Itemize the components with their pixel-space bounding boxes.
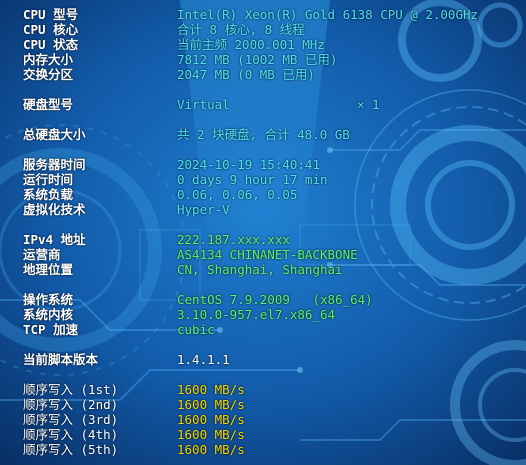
memory-value: 7812 MB (1002 MB 已用): [177, 52, 338, 67]
seq-write-value: 1600 MB/s: [177, 412, 245, 427]
location-label: 地理位置: [23, 262, 74, 277]
kernel-label: 系统内核: [23, 307, 74, 322]
isp-value: AS4134 CHINANET-BACKBONE: [177, 247, 358, 262]
uptime-label: 运行时间: [23, 172, 74, 187]
row-disk-model: 硬盘型号 Virtual × 1: [0, 97, 526, 112]
os-label: 操作系统: [23, 292, 74, 307]
row-seq-write: 顺序写入 (5th) 1600 MB/s: [0, 442, 526, 457]
seq-write-label: 顺序写入 (3rd): [23, 412, 119, 427]
ipv4-label: IPv4 地址: [23, 232, 86, 247]
script-version-label: 当前脚本版本: [23, 352, 99, 367]
server-time-label: 服务器时间: [23, 157, 86, 172]
row-swap: 交换分区 2047 MB (0 MB 已用): [0, 67, 526, 82]
seq-write-value: 1600 MB/s: [177, 442, 245, 457]
seq-write-value: 1600 MB/s: [177, 397, 245, 412]
ipv4-value: 222.187.xxx.xxx: [177, 232, 290, 247]
cpu-status-value: 当前主频 2000.001 MHz: [177, 37, 325, 52]
kernel-value: 3.10.0-957.el7.x86_64: [177, 307, 336, 322]
cpu-model-label: CPU 型号: [23, 7, 79, 22]
tcp-value: cubic: [177, 322, 215, 337]
script-version-value: 1.4.1.1: [177, 352, 230, 367]
cpu-model-value: Intel(R) Xeon(R) Gold 6138 CPU @ 2.00GHz: [177, 7, 479, 22]
row-seq-write: 顺序写入 (2nd) 1600 MB/s: [0, 397, 526, 412]
disk-model-label: 硬盘型号: [23, 97, 74, 112]
row-isp: 运营商 AS4134 CHINANET-BACKBONE: [0, 247, 526, 262]
sysinfo-panel: CPU 型号 Intel(R) Xeon(R) Gold 6138 CPU @ …: [0, 0, 526, 465]
row-uptime: 运行时间 0 days 9 hour 17 min: [0, 172, 526, 187]
row-cpu-cores: CPU 核心 合计 8 核心, 8 线程: [0, 22, 526, 37]
disk-total-value: 共 2 块硬盘, 合计 48.0 GB: [177, 127, 350, 142]
row-virt: 虚拟化技术 Hyper-V: [0, 202, 526, 217]
row-memory: 内存大小 7812 MB (1002 MB 已用): [0, 52, 526, 67]
row-os: 操作系统 CentOS 7.9.2009 (x86_64): [0, 292, 526, 307]
seq-write-value: 1600 MB/s: [177, 427, 245, 442]
row-seq-write: 顺序写入 (3rd) 1600 MB/s: [0, 412, 526, 427]
disk-count: × 1: [357, 97, 380, 112]
load-label: 系统负载: [23, 187, 74, 202]
row-cpu-model: CPU 型号 Intel(R) Xeon(R) Gold 6138 CPU @ …: [0, 7, 526, 22]
row-ipv4: IPv4 地址 222.187.xxx.xxx: [0, 232, 526, 247]
seq-write-label: 顺序写入 (1st): [23, 382, 119, 397]
virt-value: Hyper-V: [177, 202, 230, 217]
memory-label: 内存大小: [23, 52, 74, 67]
seq-write-label: 顺序写入 (4th): [23, 427, 119, 442]
swap-value: 2047 MB (0 MB 已用): [177, 67, 315, 82]
isp-label: 运营商: [23, 247, 61, 262]
row-load: 系统负载 0.06, 0.06, 0.05: [0, 187, 526, 202]
disk-total-label: 总硬盘大小: [23, 127, 86, 142]
swap-label: 交换分区: [23, 67, 74, 82]
os-value: CentOS 7.9.2009 (x86_64): [177, 292, 373, 307]
seq-write-label: 顺序写入 (5th): [23, 442, 119, 457]
virt-label: 虚拟化技术: [23, 202, 86, 217]
row-disk-total: 总硬盘大小 共 2 块硬盘, 合计 48.0 GB: [0, 127, 526, 142]
load-value: 0.06, 0.06, 0.05: [177, 187, 298, 202]
cpu-cores-label: CPU 核心: [23, 22, 79, 37]
row-script-version: 当前脚本版本 1.4.1.1: [0, 352, 526, 367]
tcp-label: TCP 加速: [23, 322, 79, 337]
disk-model-value: Virtual: [177, 97, 230, 112]
seq-write-value: 1600 MB/s: [177, 382, 245, 397]
row-seq-write: 顺序写入 (4th) 1600 MB/s: [0, 427, 526, 442]
cpu-cores-value: 合计 8 核心, 8 线程: [177, 22, 305, 37]
row-server-time: 服务器时间 2024-10-19 15:40:41: [0, 157, 526, 172]
cpu-status-label: CPU 状态: [23, 37, 79, 52]
row-tcp: TCP 加速 cubic: [0, 322, 526, 337]
location-value: CN, Shanghai, Shanghai: [177, 262, 343, 277]
uptime-value: 0 days 9 hour 17 min: [177, 172, 328, 187]
row-location: 地理位置 CN, Shanghai, Shanghai: [0, 262, 526, 277]
row-seq-write: 顺序写入 (1st) 1600 MB/s: [0, 382, 526, 397]
seq-write-label: 顺序写入 (2nd): [23, 397, 119, 412]
row-kernel: 系统内核 3.10.0-957.el7.x86_64: [0, 307, 526, 322]
row-cpu-status: CPU 状态 当前主频 2000.001 MHz: [0, 37, 526, 52]
server-time-value: 2024-10-19 15:40:41: [177, 157, 320, 172]
